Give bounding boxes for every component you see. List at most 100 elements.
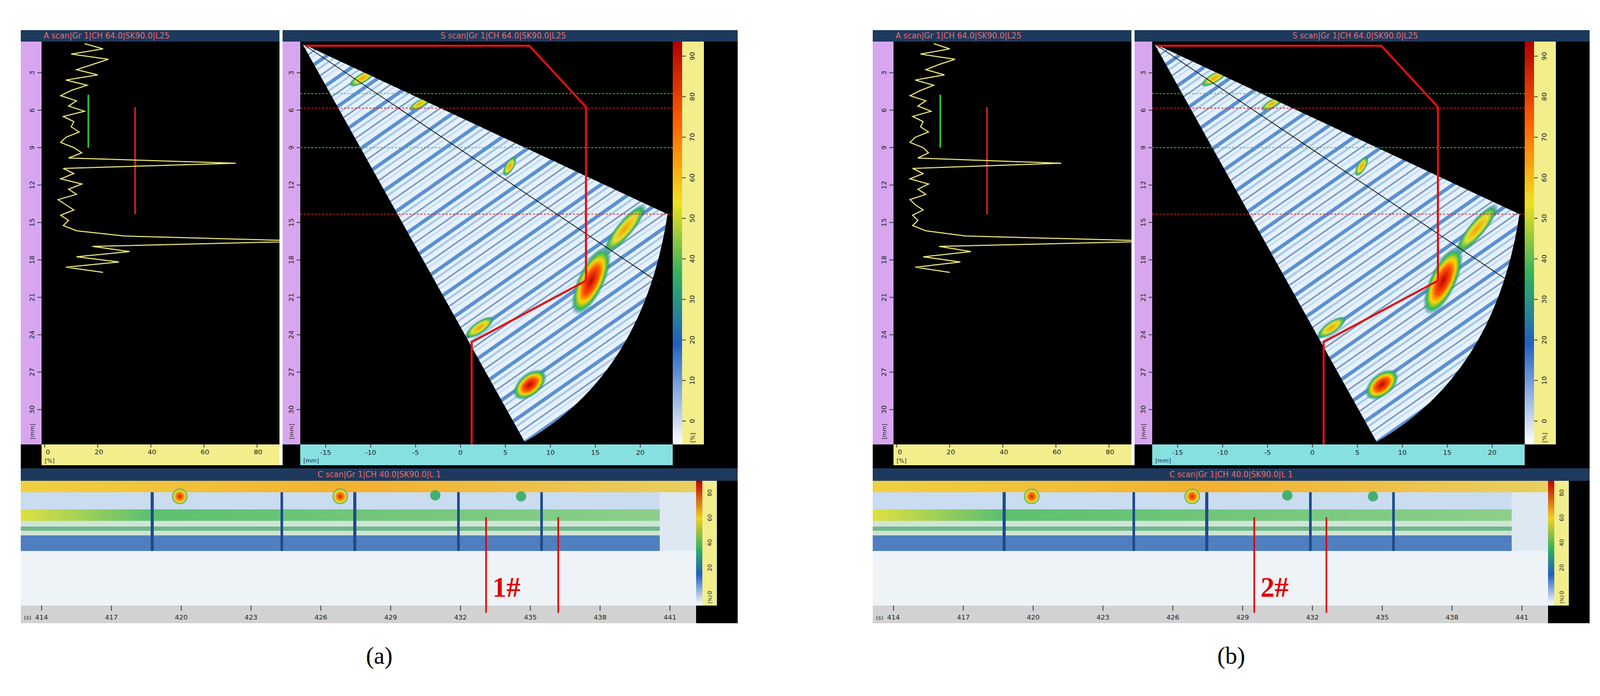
tick-label: 20 <box>1487 448 1497 457</box>
unit-label: [%] <box>1541 432 1549 443</box>
tick-label: 0 <box>897 447 902 456</box>
depth-ruler: 36912151821242730[mm] <box>282 41 301 445</box>
s-scan-plot <box>1152 41 1525 445</box>
tick-label: 432 <box>454 612 468 621</box>
tick-label: 20 <box>946 447 956 456</box>
unit-label: (s) <box>875 614 884 621</box>
tick-label: 27 <box>880 367 888 377</box>
tick-mark <box>889 296 894 298</box>
tick-label: 60 <box>688 173 697 183</box>
gate-line <box>1152 107 1525 109</box>
tick-label: 40 <box>706 538 714 546</box>
tick-label: 441 <box>663 612 677 621</box>
s-scan-view: S scan|Gr 1|CH 64.0|SK90.0|L253691215182… <box>282 30 738 465</box>
tick-label: 20 <box>706 563 714 571</box>
tick-label: 40 <box>1540 254 1549 264</box>
tick-label: 10 <box>545 448 555 457</box>
subfigure-caption: (b) <box>1217 641 1246 670</box>
subfigure: A scan|Gr 1|CH 64.0|SK90.0|L253691215182… <box>872 30 1590 696</box>
lateral-axis: -15-10-505101520[mm] <box>1152 444 1525 465</box>
ut-screen: A scan|Gr 1|CH 64.0|SK90.0|L253691215182… <box>872 30 1590 623</box>
depth-ruler: 36912151821242730[mm] <box>20 41 42 445</box>
tick-label: 9 <box>287 145 296 150</box>
unit-label: [mm] <box>29 423 36 439</box>
s-scan-title: S scan|Gr 1|CH 64.0|SK90.0|L25 <box>305 31 567 41</box>
tick-label: 30 <box>688 295 697 304</box>
tick-label: 80 <box>1558 488 1566 497</box>
gate-end-line <box>1325 516 1328 606</box>
tick-label: 20 <box>94 447 104 456</box>
tick-label: 80 <box>706 488 714 497</box>
a-scan-view: A scan|Gr 1|CH 64.0|SK90.0|L253691215182… <box>872 30 1132 465</box>
gate-line <box>300 147 673 149</box>
a-scan-view: A scan|Gr 1|CH 64.0|SK90.0|L253691215182… <box>20 30 280 465</box>
tick-label: 40 <box>688 254 697 264</box>
tick-label: 0 <box>706 590 714 595</box>
gate-a-line <box>939 94 942 148</box>
tick-label: 40 <box>147 447 157 456</box>
gate-line <box>1152 147 1525 149</box>
c-scan-view: C scan|Gr 1|CH 40.0|SK90.0|L 12#02040608… <box>872 468 1590 623</box>
tick-label: 429 <box>1236 612 1250 621</box>
tick-label: 3 <box>287 70 296 75</box>
tick-label: 60 <box>1540 173 1549 183</box>
tick-label: 426 <box>1166 612 1180 621</box>
tick-label: 90 <box>688 51 697 61</box>
color-scale: 0102030405060708090[%] <box>672 41 704 445</box>
tick-label: -5 <box>412 448 420 457</box>
s-scan-header: S scan|Gr 1|CH 64.0|SK90.0|L25 <box>1134 30 1590 42</box>
tick-label: 9 <box>880 145 888 150</box>
a-scan-title: A scan|Gr 1|CH 64.0|SK90.0|L25 <box>895 31 1022 41</box>
tick-mark <box>889 184 894 186</box>
tick-mark <box>37 296 42 298</box>
tick-label: 9 <box>28 145 36 150</box>
tick-label: 80 <box>688 92 697 102</box>
tick-label: 438 <box>1445 612 1459 621</box>
tick-label: 60 <box>706 513 714 522</box>
tick-label: 426 <box>314 612 328 621</box>
tick-label: 5 <box>503 448 508 457</box>
weld-profile <box>1157 45 1438 445</box>
tick-label: -5 <box>1264 448 1272 457</box>
tick-label: 12 <box>287 180 296 190</box>
tick-label: 0 <box>45 447 50 456</box>
tick-label: 429 <box>384 612 398 621</box>
tick-label: 30 <box>287 405 296 415</box>
tick-mark <box>889 371 894 373</box>
tick-label: 10 <box>688 376 697 385</box>
time-axis: 414417420423426429432435438441(s) <box>20 605 697 623</box>
tick-label: 27 <box>28 367 36 377</box>
tick-label: 50 <box>688 214 697 223</box>
unit-label: [mm] <box>288 423 296 439</box>
tick-label: 3 <box>28 70 36 75</box>
tick-label: 5 <box>1355 448 1360 457</box>
tick-label: -10 <box>365 448 377 457</box>
tick-mark <box>37 371 42 373</box>
tick-mark <box>889 221 894 223</box>
s-scan-title: S scan|Gr 1|CH 64.0|SK90.0|L25 <box>1157 31 1419 41</box>
amplitude-axis: 020406080[%] <box>893 444 1132 465</box>
tick-label: 15 <box>28 218 36 228</box>
tick-label: 3 <box>880 70 888 75</box>
s-scan-plot <box>300 41 673 445</box>
tick-label: 15 <box>287 218 296 228</box>
tick-label: 15 <box>1443 448 1452 457</box>
tick-label: 6 <box>1139 108 1148 113</box>
tick-label: 0 <box>1310 448 1315 457</box>
tick-mark <box>889 334 894 336</box>
tick-label: 27 <box>287 367 296 377</box>
tick-label: 435 <box>523 612 537 621</box>
tick-label: 6 <box>287 108 296 113</box>
beam-line <box>1154 43 1516 286</box>
c-color-scale: 020406080[%] <box>1548 480 1569 606</box>
tick-label: 15 <box>1139 218 1148 228</box>
depth-ruler: 36912151821242730[mm] <box>872 41 894 445</box>
tick-label: 12 <box>28 180 36 190</box>
c-scan-header: C scan|Gr 1|CH 40.0|SK90.0|L 1 <box>20 468 738 481</box>
gate-label: 1# <box>492 572 521 602</box>
tick-label: 30 <box>880 405 888 415</box>
tick-label: 20 <box>1558 563 1566 571</box>
unit-label: [mm] <box>1140 423 1148 439</box>
tick-mark <box>37 221 42 223</box>
tick-label: 30 <box>1139 405 1148 415</box>
